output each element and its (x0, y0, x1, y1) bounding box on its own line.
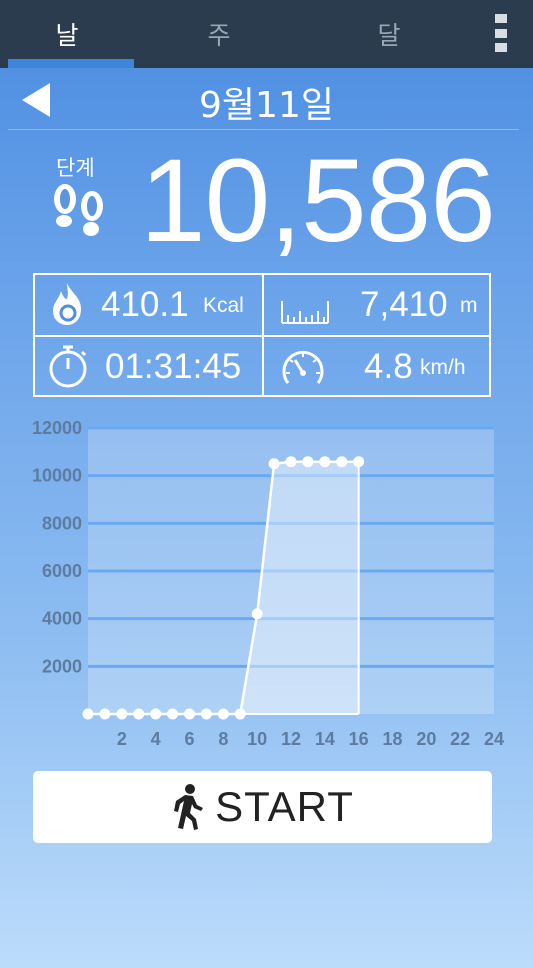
data-point (116, 708, 128, 720)
step-count: 10,586 (140, 135, 496, 267)
calories-unit: Kcal (203, 294, 244, 317)
x-tick-label: 16 (349, 729, 369, 749)
speed-value: 4.8 (364, 347, 413, 386)
x-tick-label: 6 (184, 729, 194, 749)
x-tick-label: 22 (450, 729, 470, 749)
stopwatch-icon (49, 345, 87, 388)
divider (8, 129, 519, 130)
data-point (302, 456, 314, 468)
data-point (319, 456, 331, 468)
tab-day[interactable]: 날 (0, 0, 134, 68)
calories-cell: 410.1 Kcal (35, 275, 262, 335)
stats-grid: 410.1 Kcal 7,410 m 01:31:45 4.8 km/h (33, 273, 491, 397)
date-title: 9월11일 (199, 85, 334, 126)
y-tick-label: 8000 (42, 513, 82, 533)
footprints-icon (54, 184, 103, 236)
duration-cell: 01:31:45 (35, 337, 262, 397)
y-tick-label: 12000 (32, 418, 82, 438)
x-tick-label: 4 (151, 729, 161, 749)
speed-cell: 4.8 km/h (264, 337, 491, 397)
calories-value: 410.1 (101, 285, 189, 324)
data-point (251, 608, 263, 620)
y-tick-label: 2000 (42, 656, 82, 676)
x-tick-label: 24 (484, 729, 504, 749)
data-point (82, 708, 94, 720)
ruler-icon (281, 301, 329, 324)
x-tick-label: 12 (281, 729, 301, 749)
x-tick-label: 14 (315, 729, 335, 749)
x-tick-label: 2 (117, 729, 127, 749)
date-header: 9월11일 (0, 68, 533, 130)
data-point (200, 708, 212, 720)
speed-unit: km/h (420, 356, 466, 379)
flame-icon (53, 283, 81, 325)
distance-unit: m (460, 294, 478, 317)
steps-label: 단계 (56, 156, 95, 180)
data-point (99, 708, 111, 720)
data-point (285, 456, 297, 468)
data-point (268, 458, 280, 470)
data-point (336, 456, 348, 468)
data-point (234, 708, 246, 720)
overflow-menu-icon[interactable] (495, 14, 507, 52)
data-point (150, 708, 162, 720)
duration-value: 01:31:45 (105, 347, 242, 386)
distance-value: 7,410 (360, 285, 448, 324)
y-tick-label: 4000 (42, 609, 82, 629)
tab-month[interactable]: 달 (304, 0, 474, 68)
start-label: START (215, 783, 354, 830)
data-point (184, 708, 195, 720)
data-point (353, 456, 365, 468)
data-point (167, 708, 179, 720)
distance-cell: 7,410 m (264, 275, 491, 335)
x-tick-label: 10 (247, 729, 267, 749)
x-tick-label: 8 (218, 729, 228, 749)
data-point (217, 708, 229, 720)
data-point (133, 708, 145, 720)
y-tick-label: 6000 (42, 561, 82, 581)
steps-chart: 200040006000800010000120002 4 6 8 10 12 14 16 18… (32, 418, 504, 749)
tab-bar: 날 주 달 (0, 0, 533, 68)
x-tick-label: 20 (416, 729, 436, 749)
y-tick-label: 10000 (32, 466, 82, 486)
walking-person-icon (174, 784, 204, 830)
x-tick-label: 18 (382, 729, 402, 749)
speedometer-icon (282, 350, 324, 384)
tab-week[interactable]: 주 (134, 0, 304, 68)
start-button[interactable]: START (33, 771, 492, 843)
